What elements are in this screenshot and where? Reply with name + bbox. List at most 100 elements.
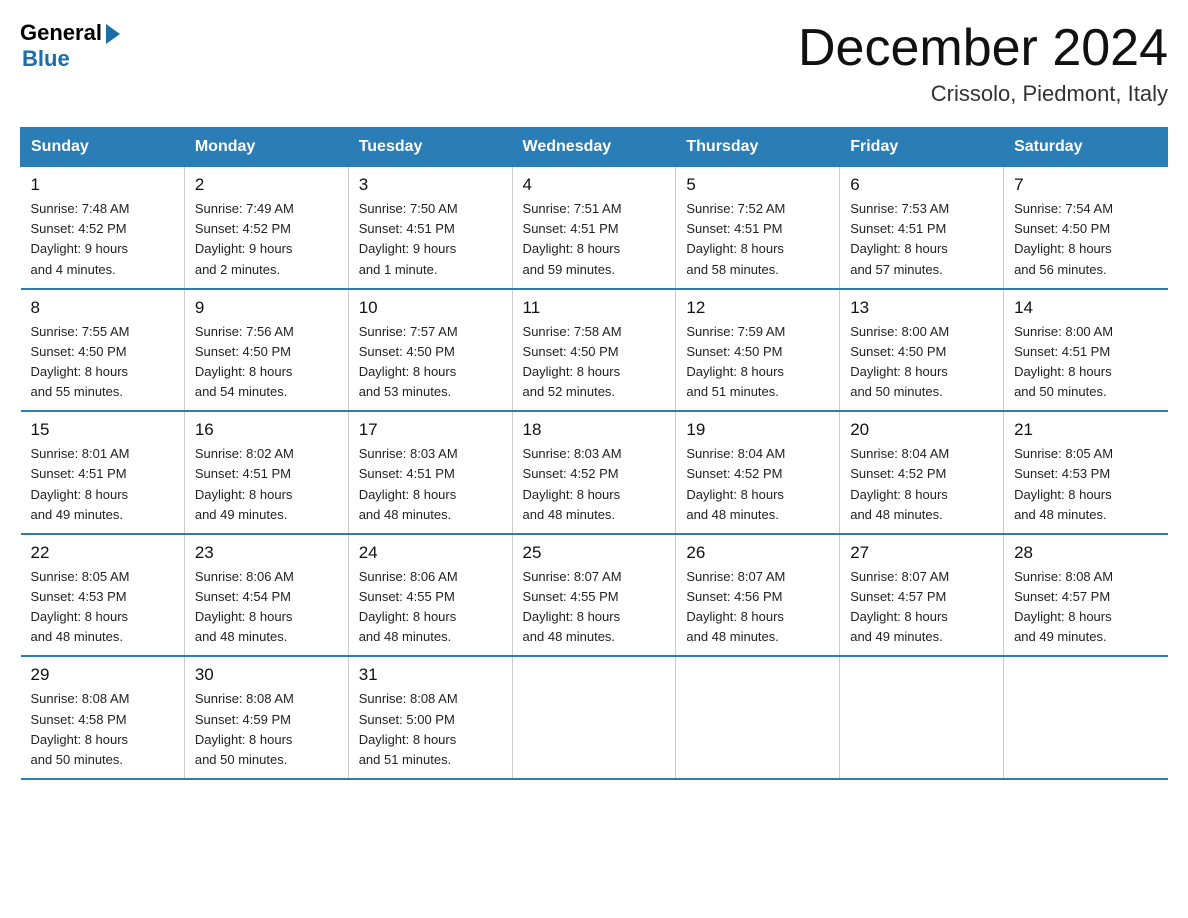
calendar-week-row: 29Sunrise: 8:08 AM Sunset: 4:58 PM Dayli… (21, 656, 1168, 779)
day-info: Sunrise: 8:01 AM Sunset: 4:51 PM Dayligh… (31, 444, 174, 525)
column-header-tuesday: Tuesday (348, 128, 512, 167)
day-info: Sunrise: 8:04 AM Sunset: 4:52 PM Dayligh… (850, 444, 993, 525)
day-info: Sunrise: 7:52 AM Sunset: 4:51 PM Dayligh… (686, 199, 829, 280)
calendar-week-row: 15 Sunrise: 8:01 AM Sunset: 4:51 PM Dayli… (21, 411, 1168, 534)
day-number: 6 (850, 175, 993, 195)
calendar-cell: 30 Sunrise: 8:08 AM Sunset: 4:59 PM Dayli… (184, 656, 348, 779)
calendar-cell: 19 Sunrise: 8:04 AM Sunset: 4:52 PM Dayli… (676, 411, 840, 534)
day-info: Sunrise: 7:57 AM Sunset: 4:50 PM Dayligh… (359, 322, 502, 403)
day-number: 17 (359, 420, 502, 440)
day-number: 5 (686, 175, 829, 195)
calendar-cell (1004, 656, 1168, 779)
calendar-cell (676, 656, 840, 779)
calendar-cell: 8Sunrise: 7:55 AM Sunset: 4:50 PM Daylig… (21, 289, 185, 412)
day-info: Sunrise: 8:03 AM Sunset: 4:52 PM Dayligh… (523, 444, 666, 525)
calendar-cell: 10 Sunrise: 7:57 AM Sunset: 4:50 PM Dayli… (348, 289, 512, 412)
day-number: 8 (31, 298, 174, 318)
day-info: Sunrise: 7:54 AM Sunset: 4:50 PM Dayligh… (1014, 199, 1157, 280)
calendar-cell: 20 Sunrise: 8:04 AM Sunset: 4:52 PM Dayli… (840, 411, 1004, 534)
calendar-table: SundayMondayTuesdayWednesdayThursdayFrid… (20, 127, 1168, 780)
logo-general-text: General (20, 20, 102, 46)
day-number: 4 (523, 175, 666, 195)
day-number: 31 (359, 665, 502, 685)
day-number: 10 (359, 298, 502, 318)
day-info: Sunrise: 8:00 AM Sunset: 4:50 PM Dayligh… (850, 322, 993, 403)
day-info: Sunrise: 8:08 AM Sunset: 5:00 PM Dayligh… (359, 689, 502, 770)
logo-general: General (20, 20, 120, 46)
day-info: Sunrise: 8:07 AM Sunset: 4:55 PM Dayligh… (523, 567, 666, 648)
column-header-sunday: Sunday (21, 128, 185, 167)
day-number: 24 (359, 543, 502, 563)
column-header-monday: Monday (184, 128, 348, 167)
column-header-wednesday: Wednesday (512, 128, 676, 167)
day-number: 9 (195, 298, 338, 318)
day-number: 7 (1014, 175, 1157, 195)
calendar-cell: 29Sunrise: 8:08 AM Sunset: 4:58 PM Dayli… (21, 656, 185, 779)
day-number: 15 (31, 420, 174, 440)
day-info: Sunrise: 7:59 AM Sunset: 4:50 PM Dayligh… (686, 322, 829, 403)
day-number: 22 (31, 543, 174, 563)
day-number: 12 (686, 298, 829, 318)
day-number: 3 (359, 175, 502, 195)
calendar-cell: 23Sunrise: 8:06 AM Sunset: 4:54 PM Dayli… (184, 534, 348, 657)
calendar-cell: 21 Sunrise: 8:05 AM Sunset: 4:53 PM Dayli… (1004, 411, 1168, 534)
day-number: 28 (1014, 543, 1157, 563)
calendar-cell: 15 Sunrise: 8:01 AM Sunset: 4:51 PM Dayli… (21, 411, 185, 534)
column-header-thursday: Thursday (676, 128, 840, 167)
calendar-header-row: SundayMondayTuesdayWednesdayThursdayFrid… (21, 128, 1168, 167)
calendar-cell: 31 Sunrise: 8:08 AM Sunset: 5:00 PM Dayli… (348, 656, 512, 779)
day-number: 30 (195, 665, 338, 685)
logo: General Blue (20, 20, 120, 72)
day-info: Sunrise: 8:04 AM Sunset: 4:52 PM Dayligh… (686, 444, 829, 525)
day-number: 13 (850, 298, 993, 318)
calendar-cell: 2Sunrise: 7:49 AM Sunset: 4:52 PM Daylig… (184, 167, 348, 289)
column-header-friday: Friday (840, 128, 1004, 167)
calendar-cell: 11Sunrise: 7:58 AM Sunset: 4:50 PM Dayli… (512, 289, 676, 412)
calendar-cell: 26 Sunrise: 8:07 AM Sunset: 4:56 PM Dayli… (676, 534, 840, 657)
calendar-cell: 27 Sunrise: 8:07 AM Sunset: 4:57 PM Dayli… (840, 534, 1004, 657)
title-block: December 2024 Crissolo, Piedmont, Italy (798, 20, 1168, 107)
day-info: Sunrise: 7:49 AM Sunset: 4:52 PM Dayligh… (195, 199, 338, 280)
day-info: Sunrise: 8:05 AM Sunset: 4:53 PM Dayligh… (1014, 444, 1157, 525)
day-info: Sunrise: 8:06 AM Sunset: 4:55 PM Dayligh… (359, 567, 502, 648)
location-title: Crissolo, Piedmont, Italy (798, 81, 1168, 107)
day-number: 18 (523, 420, 666, 440)
calendar-week-row: 22Sunrise: 8:05 AM Sunset: 4:53 PM Dayli… (21, 534, 1168, 657)
day-number: 21 (1014, 420, 1157, 440)
calendar-cell: 28 Sunrise: 8:08 AM Sunset: 4:57 PM Dayli… (1004, 534, 1168, 657)
day-info: Sunrise: 8:07 AM Sunset: 4:56 PM Dayligh… (686, 567, 829, 648)
calendar-cell: 16 Sunrise: 8:02 AM Sunset: 4:51 PM Dayli… (184, 411, 348, 534)
day-info: Sunrise: 8:00 AM Sunset: 4:51 PM Dayligh… (1014, 322, 1157, 403)
day-info: Sunrise: 7:50 AM Sunset: 4:51 PM Dayligh… (359, 199, 502, 280)
calendar-cell: 17 Sunrise: 8:03 AM Sunset: 4:51 PM Dayli… (348, 411, 512, 534)
calendar-cell (512, 656, 676, 779)
calendar-cell (840, 656, 1004, 779)
calendar-cell: 5 Sunrise: 7:52 AM Sunset: 4:51 PM Daylig… (676, 167, 840, 289)
day-number: 20 (850, 420, 993, 440)
calendar-cell: 12 Sunrise: 7:59 AM Sunset: 4:50 PM Dayli… (676, 289, 840, 412)
calendar-cell: 7 Sunrise: 7:54 AM Sunset: 4:50 PM Daylig… (1004, 167, 1168, 289)
logo-blue-text: Blue (22, 46, 70, 72)
day-number: 27 (850, 543, 993, 563)
day-number: 19 (686, 420, 829, 440)
calendar-cell: 3 Sunrise: 7:50 AM Sunset: 4:51 PM Daylig… (348, 167, 512, 289)
day-info: Sunrise: 8:08 AM Sunset: 4:59 PM Dayligh… (195, 689, 338, 770)
column-header-saturday: Saturday (1004, 128, 1168, 167)
day-number: 23 (195, 543, 338, 563)
calendar-cell: 22Sunrise: 8:05 AM Sunset: 4:53 PM Dayli… (21, 534, 185, 657)
day-info: Sunrise: 8:02 AM Sunset: 4:51 PM Dayligh… (195, 444, 338, 525)
day-info: Sunrise: 8:07 AM Sunset: 4:57 PM Dayligh… (850, 567, 993, 648)
calendar-cell: 4Sunrise: 7:51 AM Sunset: 4:51 PM Daylig… (512, 167, 676, 289)
day-info: Sunrise: 8:08 AM Sunset: 4:58 PM Dayligh… (31, 689, 174, 770)
calendar-cell: 1 Sunrise: 7:48 AM Sunset: 4:52 PM Daylig… (21, 167, 185, 289)
month-title: December 2024 (798, 20, 1168, 77)
day-number: 14 (1014, 298, 1157, 318)
day-number: 26 (686, 543, 829, 563)
calendar-cell: 24 Sunrise: 8:06 AM Sunset: 4:55 PM Dayli… (348, 534, 512, 657)
day-number: 25 (523, 543, 666, 563)
day-info: Sunrise: 8:03 AM Sunset: 4:51 PM Dayligh… (359, 444, 502, 525)
day-info: Sunrise: 8:08 AM Sunset: 4:57 PM Dayligh… (1014, 567, 1157, 648)
day-number: 1 (31, 175, 174, 195)
day-info: Sunrise: 7:48 AM Sunset: 4:52 PM Dayligh… (31, 199, 174, 280)
day-number: 16 (195, 420, 338, 440)
